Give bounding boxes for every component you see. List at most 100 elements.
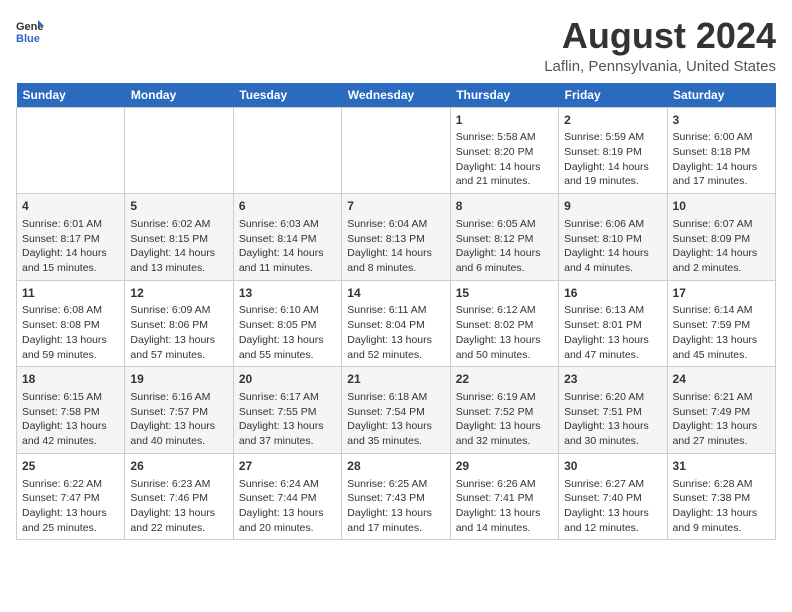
day-number: 5 xyxy=(130,198,227,215)
calendar-cell: 12Sunrise: 6:09 AM Sunset: 8:06 PM Dayli… xyxy=(125,280,233,367)
day-info: Sunrise: 6:13 AM Sunset: 8:01 PM Dayligh… xyxy=(564,303,661,362)
calendar-cell xyxy=(233,107,341,194)
weekday-header-row: SundayMondayTuesdayWednesdayThursdayFrid… xyxy=(17,83,776,108)
weekday-header-wednesday: Wednesday xyxy=(342,83,450,108)
day-number: 13 xyxy=(239,285,336,302)
day-info: Sunrise: 6:22 AM Sunset: 7:47 PM Dayligh… xyxy=(22,477,119,536)
calendar-cell xyxy=(17,107,125,194)
day-number: 12 xyxy=(130,285,227,302)
calendar-cell: 2Sunrise: 5:59 AM Sunset: 8:19 PM Daylig… xyxy=(559,107,667,194)
week-row-2: 11Sunrise: 6:08 AM Sunset: 8:08 PM Dayli… xyxy=(17,280,776,367)
day-info: Sunrise: 6:15 AM Sunset: 7:58 PM Dayligh… xyxy=(22,390,119,449)
day-info: Sunrise: 6:01 AM Sunset: 8:17 PM Dayligh… xyxy=(22,217,119,276)
weekday-header-sunday: Sunday xyxy=(17,83,125,108)
day-info: Sunrise: 6:20 AM Sunset: 7:51 PM Dayligh… xyxy=(564,390,661,449)
calendar-cell: 16Sunrise: 6:13 AM Sunset: 8:01 PM Dayli… xyxy=(559,280,667,367)
calendar-cell: 18 Sunrise: 6:15 AM Sunset: 7:58 PM Dayli… xyxy=(17,367,125,454)
calendar-cell: 8Sunrise: 6:05 AM Sunset: 8:12 PM Daylig… xyxy=(450,194,558,281)
day-number: 9 xyxy=(564,198,661,215)
day-info: Sunrise: 6:23 AM Sunset: 7:46 PM Dayligh… xyxy=(130,477,227,536)
day-number: 2 xyxy=(564,112,661,129)
calendar-cell: 14Sunrise: 6:11 AM Sunset: 8:04 PM Dayli… xyxy=(342,280,450,367)
calendar-cell: 4 Sunrise: 6:01 AM Sunset: 8:17 PM Daylig… xyxy=(17,194,125,281)
day-number: 27 xyxy=(239,458,336,475)
day-info: Sunrise: 6:18 AM Sunset: 7:54 PM Dayligh… xyxy=(347,390,444,449)
day-number: 11 xyxy=(22,285,119,302)
day-number: 28 xyxy=(347,458,444,475)
main-title: August 2024 xyxy=(544,16,776,56)
day-number: 18 xyxy=(22,371,119,388)
calendar-cell: 11Sunrise: 6:08 AM Sunset: 8:08 PM Dayli… xyxy=(17,280,125,367)
calendar-cell: 15Sunrise: 6:12 AM Sunset: 8:02 PM Dayli… xyxy=(450,280,558,367)
day-number: 3 xyxy=(673,112,770,129)
day-number: 10 xyxy=(673,198,770,215)
weekday-header-saturday: Saturday xyxy=(667,83,775,108)
calendar-cell: 31 Sunrise: 6:28 AM Sunset: 7:38 PM Dayli… xyxy=(667,453,775,540)
calendar-cell: 17Sunrise: 6:14 AM Sunset: 7:59 PM Dayli… xyxy=(667,280,775,367)
day-info: Sunrise: 6:17 AM Sunset: 7:55 PM Dayligh… xyxy=(239,390,336,449)
day-number: 15 xyxy=(456,285,553,302)
title-block: August 2024 Laflin, Pennsylvania, United… xyxy=(544,16,776,75)
calendar-cell: 22 Sunrise: 6:19 AM Sunset: 7:52 PM Dayli… xyxy=(450,367,558,454)
page-header: General Blue August 2024 Laflin, Pennsyl… xyxy=(16,16,776,75)
calendar-cell: 25Sunrise: 6:22 AM Sunset: 7:47 PM Dayli… xyxy=(17,453,125,540)
day-number: 1 xyxy=(456,112,553,129)
calendar-cell: 21 Sunrise: 6:18 AM Sunset: 7:54 PM Dayli… xyxy=(342,367,450,454)
day-number: 7 xyxy=(347,198,444,215)
day-info: Sunrise: 6:10 AM Sunset: 8:05 PM Dayligh… xyxy=(239,303,336,362)
weekday-header-friday: Friday xyxy=(559,83,667,108)
day-number: 31 xyxy=(673,458,770,475)
day-number: 26 xyxy=(130,458,227,475)
calendar-cell: 26 Sunrise: 6:23 AM Sunset: 7:46 PM Dayli… xyxy=(125,453,233,540)
week-row-4: 25Sunrise: 6:22 AM Sunset: 7:47 PM Dayli… xyxy=(17,453,776,540)
weekday-header-tuesday: Tuesday xyxy=(233,83,341,108)
day-info: Sunrise: 6:02 AM Sunset: 8:15 PM Dayligh… xyxy=(130,217,227,276)
day-number: 14 xyxy=(347,285,444,302)
calendar-cell: 3Sunrise: 6:00 AM Sunset: 8:18 PM Daylig… xyxy=(667,107,775,194)
day-info: Sunrise: 6:06 AM Sunset: 8:10 PM Dayligh… xyxy=(564,217,661,276)
svg-text:Blue: Blue xyxy=(16,33,40,44)
day-info: Sunrise: 6:07 AM Sunset: 8:09 PM Dayligh… xyxy=(673,217,770,276)
day-number: 20 xyxy=(239,371,336,388)
day-number: 4 xyxy=(22,198,119,215)
week-row-3: 18 Sunrise: 6:15 AM Sunset: 7:58 PM Dayli… xyxy=(17,367,776,454)
day-info: Sunrise: 6:09 AM Sunset: 8:06 PM Dayligh… xyxy=(130,303,227,362)
day-info: Sunrise: 6:27 AM Sunset: 7:40 PM Dayligh… xyxy=(564,477,661,536)
day-info: Sunrise: 6:25 AM Sunset: 7:43 PM Dayligh… xyxy=(347,477,444,536)
logo: General Blue xyxy=(16,16,44,44)
day-number: 24 xyxy=(673,371,770,388)
day-info: Sunrise: 6:26 AM Sunset: 7:41 PM Dayligh… xyxy=(456,477,553,536)
calendar-cell: 9 Sunrise: 6:06 AM Sunset: 8:10 PM Daylig… xyxy=(559,194,667,281)
day-info: Sunrise: 6:03 AM Sunset: 8:14 PM Dayligh… xyxy=(239,217,336,276)
calendar-cell: 1Sunrise: 5:58 AM Sunset: 8:20 PM Daylig… xyxy=(450,107,558,194)
calendar-cell xyxy=(125,107,233,194)
weekday-header-monday: Monday xyxy=(125,83,233,108)
day-info: Sunrise: 6:28 AM Sunset: 7:38 PM Dayligh… xyxy=(673,477,770,536)
day-info: Sunrise: 6:08 AM Sunset: 8:08 PM Dayligh… xyxy=(22,303,119,362)
day-number: 19 xyxy=(130,371,227,388)
day-info: Sunrise: 6:11 AM Sunset: 8:04 PM Dayligh… xyxy=(347,303,444,362)
day-number: 29 xyxy=(456,458,553,475)
day-info: Sunrise: 6:04 AM Sunset: 8:13 PM Dayligh… xyxy=(347,217,444,276)
calendar-cell: 6Sunrise: 6:03 AM Sunset: 8:14 PM Daylig… xyxy=(233,194,341,281)
calendar-cell: 13Sunrise: 6:10 AM Sunset: 8:05 PM Dayli… xyxy=(233,280,341,367)
day-info: Sunrise: 5:59 AM Sunset: 8:19 PM Dayligh… xyxy=(564,130,661,189)
day-info: Sunrise: 6:16 AM Sunset: 7:57 PM Dayligh… xyxy=(130,390,227,449)
calendar-cell: 28 Sunrise: 6:25 AM Sunset: 7:43 PM Dayli… xyxy=(342,453,450,540)
day-number: 21 xyxy=(347,371,444,388)
day-info: Sunrise: 6:19 AM Sunset: 7:52 PM Dayligh… xyxy=(456,390,553,449)
calendar-cell: 23 Sunrise: 6:20 AM Sunset: 7:51 PM Dayli… xyxy=(559,367,667,454)
calendar-cell: 29 Sunrise: 6:26 AM Sunset: 7:41 PM Dayli… xyxy=(450,453,558,540)
day-number: 16 xyxy=(564,285,661,302)
week-row-1: 4 Sunrise: 6:01 AM Sunset: 8:17 PM Daylig… xyxy=(17,194,776,281)
day-number: 22 xyxy=(456,371,553,388)
calendar-cell: 20 Sunrise: 6:17 AM Sunset: 7:55 PM Dayli… xyxy=(233,367,341,454)
day-info: Sunrise: 6:00 AM Sunset: 8:18 PM Dayligh… xyxy=(673,130,770,189)
weekday-header-thursday: Thursday xyxy=(450,83,558,108)
day-number: 8 xyxy=(456,198,553,215)
calendar-cell: 30Sunrise: 6:27 AM Sunset: 7:40 PM Dayli… xyxy=(559,453,667,540)
day-info: Sunrise: 6:14 AM Sunset: 7:59 PM Dayligh… xyxy=(673,303,770,362)
day-number: 23 xyxy=(564,371,661,388)
calendar-cell: 24Sunrise: 6:21 AM Sunset: 7:49 PM Dayli… xyxy=(667,367,775,454)
calendar-cell xyxy=(342,107,450,194)
